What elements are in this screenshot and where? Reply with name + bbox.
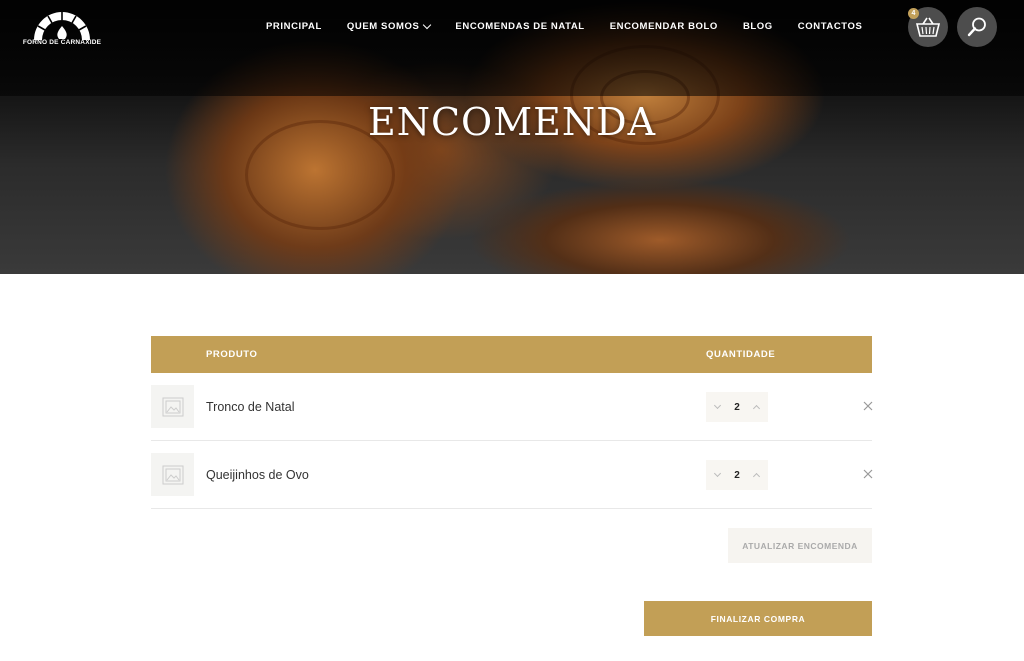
search-button[interactable] bbox=[957, 7, 997, 47]
image-placeholder-icon bbox=[162, 465, 183, 484]
nav-item-encomendas-de-natal[interactable]: ENCOMENDAS DE NATAL bbox=[455, 21, 584, 32]
nav-label: CONTACTOS bbox=[797, 21, 863, 32]
increase-quantity-icon[interactable] bbox=[752, 472, 761, 481]
cart-row: Tronco de Natal 2 bbox=[151, 373, 873, 441]
chevron-down-icon bbox=[423, 20, 432, 30]
nav-item-principal[interactable]: PRINCIPAL bbox=[266, 21, 322, 32]
product-name[interactable]: Tronco de Natal bbox=[206, 400, 294, 414]
nav-item-contactos[interactable]: CONTACTOS bbox=[798, 21, 863, 32]
checkout-button[interactable]: FINALIZAR COMPRA bbox=[644, 601, 872, 636]
cart-count-badge: 4 bbox=[908, 8, 919, 19]
page-title: ENCOMENDA bbox=[367, 100, 657, 144]
decrease-quantity-icon[interactable] bbox=[713, 469, 722, 478]
product-thumbnail[interactable] bbox=[151, 385, 194, 428]
quantity-value[interactable]: 2 bbox=[734, 402, 740, 413]
hero-banner: ENCOMENDA bbox=[0, 0, 1024, 274]
main-nav: PRINCIPAL QUEM SOMOS ENCOMENDAS DE NATAL… bbox=[266, 20, 887, 32]
product-thumbnail[interactable] bbox=[151, 453, 194, 496]
column-header-product: PRODUTO bbox=[206, 349, 258, 360]
remove-item-icon[interactable] bbox=[863, 401, 873, 411]
basket-icon bbox=[915, 17, 941, 37]
increase-quantity-icon[interactable] bbox=[752, 404, 761, 413]
search-icon bbox=[967, 17, 986, 37]
header-background bbox=[0, 0, 1024, 96]
cart-row: Queijinhos de Ovo 2 bbox=[151, 441, 873, 509]
nav-label: QUEM SOMOS bbox=[346, 21, 420, 32]
image-placeholder-icon bbox=[162, 397, 183, 416]
quantity-stepper: 2 bbox=[706, 392, 768, 422]
nav-label: ENCOMENDAR BOLO bbox=[609, 21, 718, 32]
nav-label: PRINCIPAL bbox=[266, 21, 322, 32]
quantity-stepper: 2 bbox=[706, 460, 768, 490]
nav-item-blog[interactable]: BLOG bbox=[743, 21, 773, 32]
column-header-quantity: QUANTIDADE bbox=[706, 349, 776, 360]
nav-label: BLOG bbox=[742, 21, 773, 32]
update-order-button[interactable]: ATUALIZAR ENCOMENDA bbox=[728, 528, 872, 563]
nav-item-quem-somos[interactable]: QUEM SOMOS bbox=[346, 20, 432, 32]
nav-label: ENCOMENDAS DE NATAL bbox=[455, 21, 585, 32]
product-name[interactable]: Queijinhos de Ovo bbox=[206, 468, 309, 482]
cart-table-header: PRODUTO QUANTIDADE bbox=[151, 336, 872, 373]
nav-item-encomendar-bolo[interactable]: ENCOMENDAR BOLO bbox=[610, 21, 718, 32]
quantity-value[interactable]: 2 bbox=[734, 470, 740, 481]
decrease-quantity-icon[interactable] bbox=[713, 401, 722, 410]
remove-item-icon[interactable] bbox=[863, 469, 873, 479]
logo-text[interactable]: FORNO DE CARNAXIDE bbox=[20, 39, 104, 46]
